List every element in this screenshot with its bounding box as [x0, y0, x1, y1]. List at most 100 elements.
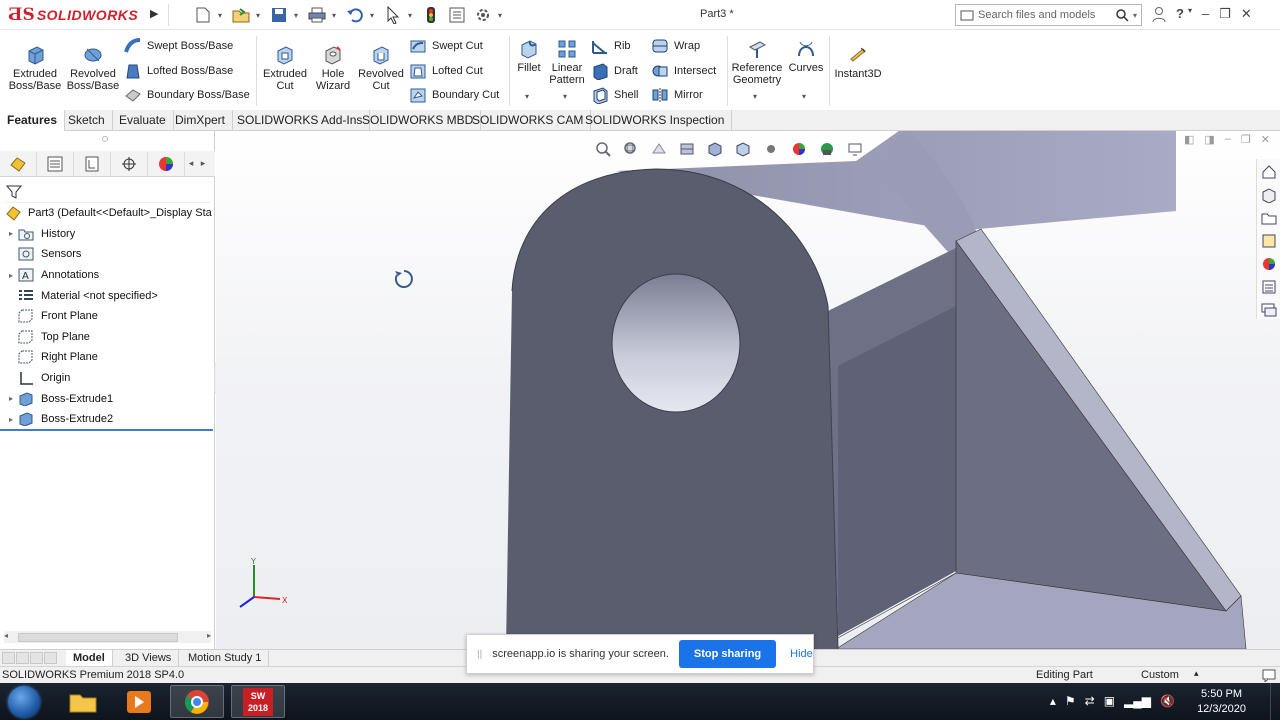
tab-solidworks-cam[interactable]: SOLIDWORKS CAM — [465, 110, 592, 131]
new-document-icon[interactable] — [192, 5, 214, 25]
wrap-button[interactable]: Wrap — [651, 35, 700, 57]
draft-button[interactable]: Draft — [591, 60, 638, 82]
viewport-restore-icon[interactable]: ❐ — [1241, 133, 1251, 146]
dimxpert-manager-icon[interactable] — [111, 151, 148, 176]
device-icon[interactable]: ▣ — [1104, 694, 1115, 708]
tree-item-sensors[interactable]: Sensors — [0, 244, 215, 265]
drag-handle-icon[interactable]: || — [477, 649, 482, 660]
viewport-prev-icon[interactable]: ◧ — [1184, 133, 1194, 146]
search-input[interactable]: Search files and models ▾ — [955, 4, 1142, 26]
tree-item-right-plane[interactable]: Right Plane — [0, 347, 215, 368]
tab-dimxpert[interactable]: DimXpert — [168, 110, 234, 131]
tree-item-boss-extrude2[interactable]: ▸ Boss-Extrude2 — [0, 409, 215, 430]
chevron-down-icon[interactable]: ▾ — [525, 92, 529, 101]
hide-show-items-icon[interactable] — [762, 140, 780, 158]
tree-item-annotations[interactable]: ▸ A Annotations — [0, 265, 215, 286]
volume-muted-icon[interactable]: 🔇 — [1160, 694, 1175, 708]
appearances-icon[interactable] — [1259, 254, 1279, 274]
view-orientation-icon[interactable] — [706, 140, 724, 158]
swept-cut-button[interactable]: Swept Cut — [409, 35, 483, 57]
chevron-down-icon[interactable]: ▾ — [498, 11, 506, 20]
forum-icon[interactable] — [1259, 300, 1279, 320]
viewport-next-icon[interactable]: ◨ — [1204, 133, 1214, 146]
solidworks-logo[interactable]: ƋS SOLIDWORKS — [8, 4, 144, 26]
tree-item-boss-extrude1[interactable]: ▸ Boss-Extrude1 — [0, 388, 215, 409]
user-icon[interactable] — [1152, 6, 1166, 25]
tabs-scroll-right-icon[interactable]: ▸ — [197, 158, 209, 169]
zoom-to-fit-icon[interactable] — [594, 140, 612, 158]
chevron-down-icon[interactable]: ▾ — [753, 92, 757, 101]
chevron-down-icon[interactable]: ▾ — [563, 92, 567, 101]
linear-pattern-button[interactable]: Linear Pattern — [546, 38, 588, 86]
scrollbar-thumb[interactable] — [18, 633, 178, 642]
scroll-right-icon[interactable]: ▸ — [207, 631, 211, 640]
scroll-left-icon[interactable]: ◂ — [4, 631, 8, 640]
undo-icon[interactable] — [344, 5, 366, 25]
chevron-down-icon[interactable]: ▾ — [408, 11, 416, 20]
chevron-up-icon[interactable]: ▴ — [1194, 668, 1199, 679]
tab-motion-study-1[interactable]: Motion Study 1 — [181, 650, 270, 667]
file-properties-icon[interactable] — [446, 5, 468, 25]
close-icon[interactable]: ✕ — [1241, 6, 1252, 25]
action-center-flag-icon[interactable]: ⚑ — [1065, 694, 1076, 708]
prev-tab-icon[interactable] — [16, 652, 29, 664]
expand-arrow-icon[interactable]: ▸ — [5, 415, 17, 424]
tab-solidworks-inspection[interactable]: SOLIDWORKS Inspection — [578, 110, 733, 131]
sync-icon[interactable]: ⇄ — [1085, 694, 1095, 708]
tree-item-top-plane[interactable]: Top Plane — [0, 327, 215, 348]
save-icon[interactable] — [268, 5, 290, 25]
next-tab-icon[interactable] — [30, 652, 43, 664]
expand-arrow-icon[interactable]: ▸ — [5, 394, 17, 403]
view-palette-icon[interactable] — [1259, 231, 1279, 251]
reference-geometry-button[interactable]: Reference Geometry — [730, 38, 784, 86]
panel-grip-icon[interactable] — [102, 136, 108, 142]
expand-arrow-icon[interactable]: ▸ — [5, 271, 17, 280]
chevron-down-icon[interactable]: ▾ — [218, 11, 226, 20]
chevron-down-icon[interactable]: ▾ — [1133, 11, 1137, 20]
print-icon[interactable] — [306, 5, 328, 25]
viewport-minimize-icon[interactable]: – — [1225, 133, 1231, 146]
mirror-button[interactable]: Mirror — [651, 84, 703, 106]
tab-model[interactable]: Model — [66, 650, 113, 667]
hole-wizard-button[interactable]: Hole Wizard — [310, 44, 356, 92]
tab-features[interactable]: Features — [0, 110, 66, 131]
minimize-icon[interactable]: – — [1202, 6, 1209, 25]
intersect-button[interactable]: Intersect — [651, 60, 716, 82]
solidworks-taskbar-icon[interactable]: SW 2018 — [231, 685, 285, 718]
options-gear-icon[interactable] — [472, 5, 494, 25]
lofted-cut-button[interactable]: Lofted Cut — [409, 60, 483, 82]
chevron-down-icon[interactable]: ▾ — [256, 11, 264, 20]
expand-arrow-icon[interactable]: ▸ — [5, 229, 17, 238]
view-settings-icon[interactable] — [846, 140, 864, 158]
section-view-icon[interactable] — [678, 140, 696, 158]
extruded-boss-button[interactable]: Extruded Boss/Base — [6, 44, 64, 92]
tab-3d-views[interactable]: 3D Views — [118, 650, 180, 667]
chevron-down-icon[interactable]: ▾ — [332, 11, 340, 20]
configuration-manager-icon[interactable] — [74, 151, 111, 176]
tab-evaluate[interactable]: Evaluate — [112, 110, 174, 131]
rib-button[interactable]: Rib — [591, 35, 631, 57]
shell-button[interactable]: Shell — [591, 84, 638, 106]
feature-manager-tree-icon[interactable] — [0, 151, 37, 176]
display-style-icon[interactable] — [734, 140, 752, 158]
start-button-icon[interactable] — [8, 686, 40, 718]
menu-expand-arrow-icon[interactable]: ▶ — [150, 7, 158, 20]
apply-scene-icon[interactable] — [818, 140, 836, 158]
zoom-to-area-icon[interactable] — [622, 140, 640, 158]
rebuild-icon[interactable] — [420, 5, 442, 25]
design-library-icon[interactable] — [1259, 185, 1279, 205]
tree-item-front-plane[interactable]: Front Plane — [0, 306, 215, 327]
horizontal-scrollbar[interactable]: ◂ ▸ — [4, 631, 211, 643]
rollback-bar[interactable] — [0, 429, 213, 431]
media-player-taskbar-icon[interactable] — [112, 685, 166, 718]
solidworks-resources-icon[interactable] — [1259, 162, 1279, 182]
last-tab-icon[interactable] — [44, 652, 57, 664]
help-icon[interactable]: ? — [1176, 6, 1184, 25]
revolved-boss-button[interactable]: Revolved Boss/Base — [64, 44, 122, 92]
property-manager-icon[interactable] — [37, 151, 74, 176]
revolved-cut-button[interactable]: Revolved Cut — [356, 44, 406, 92]
tree-filter[interactable] — [5, 181, 210, 203]
tabs-scroll-left-icon[interactable]: ◂ — [185, 158, 197, 169]
open-folder-icon[interactable] — [230, 5, 252, 25]
first-tab-icon[interactable] — [2, 652, 15, 664]
